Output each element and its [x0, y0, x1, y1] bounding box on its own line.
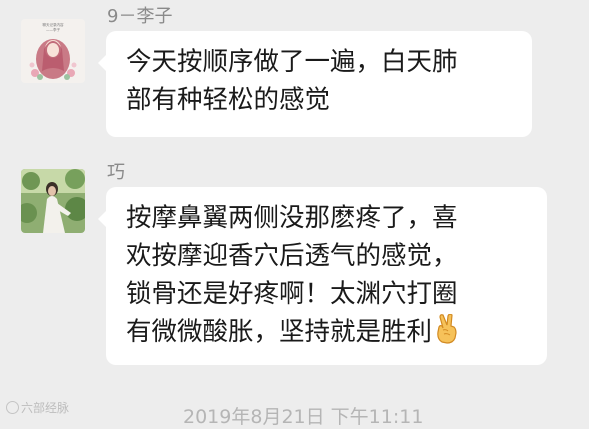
message-text-line: 按摩鼻翼两侧没那麽疼了，喜 — [126, 203, 458, 233]
sender-name: 巧 — [107, 162, 125, 183]
message-bubble[interactable]: 今天按顺序做了一遍，白天肺 部有种轻松的感觉 — [98, 31, 532, 137]
message-bubble[interactable]: 按摩鼻翼两侧没那麽疼了，喜 欢按摩迎香穴后透气的感觉， 锁骨还是好疼啊！太渊穴打… — [98, 187, 547, 365]
message-text-line-with-emoji: 有微微酸胀，坚持就是胜利 — [126, 313, 529, 355]
watermark: 六部经脉 — [6, 399, 69, 416]
message-text: 有微微酸胀，坚持就是胜利 — [126, 317, 433, 347]
illustrated-girl-avatar-icon: 聊天记录内容 ——李子 — [21, 19, 85, 83]
sender-name: 9－李子 — [107, 6, 173, 27]
watermark-logo-icon — [6, 401, 19, 414]
message-text-line: 今天按顺序做了一遍，白天肺 — [126, 47, 458, 77]
message-text-line: 部有种轻松的感觉 — [126, 85, 331, 115]
avatar[interactable]: 聊天记录内容 ——李子 — [21, 19, 85, 83]
woman-in-nature-photo-avatar-icon — [21, 169, 85, 233]
avatar[interactable] — [21, 169, 85, 233]
avatar-caption-top: 聊天记录内容 — [43, 22, 64, 27]
avatar-caption-bottom: ——李子 — [46, 27, 60, 32]
message-text-line: 欢按摩迎香穴后透气的感觉， — [126, 241, 458, 271]
watermark-text: 六部经脉 — [21, 401, 70, 415]
victory-hand-emoji-icon — [434, 313, 462, 355]
timestamp: 2019年8月21日 下午11:11 — [183, 406, 424, 428]
message-text-line: 锁骨还是好疼啊！太渊穴打圈 — [126, 279, 458, 309]
